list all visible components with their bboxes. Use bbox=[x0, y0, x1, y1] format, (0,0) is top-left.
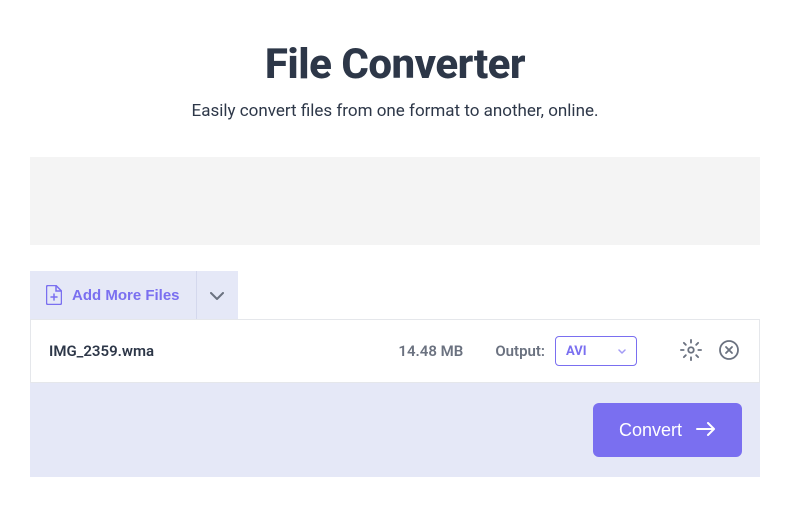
gear-icon bbox=[680, 339, 702, 364]
file-name: IMG_2359.wma bbox=[49, 342, 398, 360]
output-format-select[interactable]: AVI bbox=[555, 336, 637, 366]
arrow-right-icon bbox=[696, 420, 716, 441]
file-size: 14.48 MB bbox=[398, 342, 463, 360]
add-more-dropdown-button[interactable] bbox=[196, 271, 238, 319]
convert-button[interactable]: Convert bbox=[593, 403, 742, 457]
remove-file-button[interactable] bbox=[717, 339, 741, 363]
close-circle-icon bbox=[719, 340, 739, 363]
file-plus-icon bbox=[46, 285, 62, 305]
settings-button[interactable] bbox=[679, 339, 703, 363]
file-row: IMG_2359.wma 14.48 MB Output: AVI bbox=[30, 319, 760, 383]
convert-button-label: Convert bbox=[619, 420, 682, 441]
page-title: File Converter bbox=[30, 40, 760, 89]
add-more-files-button[interactable]: Add More Files bbox=[30, 271, 196, 319]
ad-banner bbox=[30, 157, 760, 245]
page-subtitle: Easily convert files from one format to … bbox=[30, 101, 760, 121]
chevron-down-icon bbox=[618, 346, 626, 357]
add-more-files-label: Add More Files bbox=[72, 287, 180, 304]
output-format-value: AVI bbox=[566, 344, 587, 359]
toolbar: Add More Files bbox=[30, 271, 760, 319]
chevron-down-icon bbox=[210, 288, 224, 303]
footer-bar: Convert bbox=[30, 383, 760, 477]
output-label: Output: bbox=[495, 342, 545, 360]
